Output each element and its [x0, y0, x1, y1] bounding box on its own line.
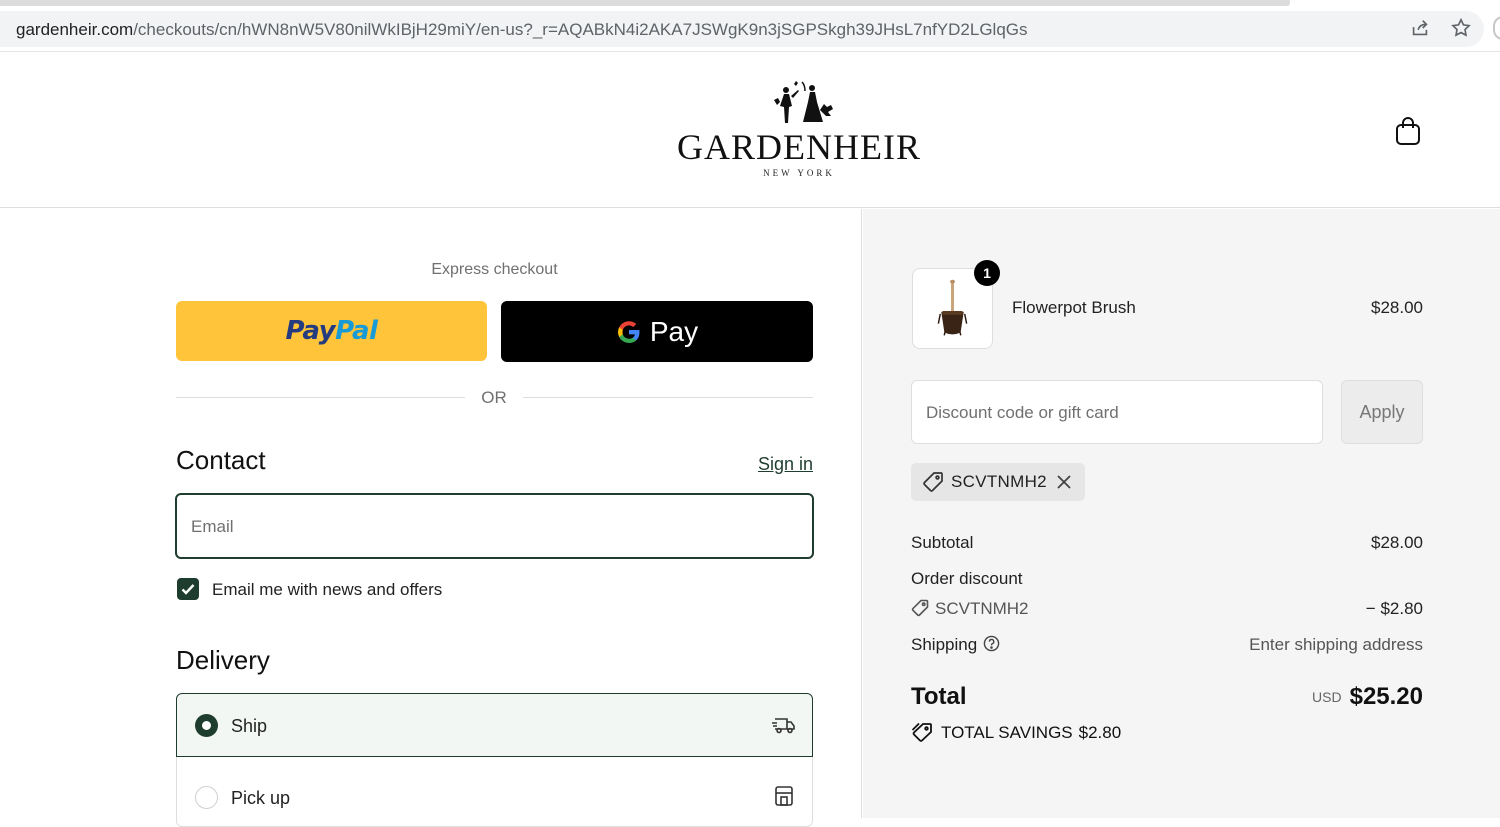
- address-url[interactable]: gardenheir.com/checkouts/cn/hWN8nW5V80ni…: [16, 20, 1028, 40]
- browser-toolbar: gardenheir.com/checkouts/cn/hWN8nW5V80ni…: [0, 0, 1500, 52]
- tag-icon: [911, 599, 929, 617]
- store-header: GARDENHEIR NEW YORK: [0, 52, 1500, 208]
- divider-left: [176, 397, 465, 398]
- quantity-badge: 1: [974, 260, 1000, 286]
- order-summary: 1 Flowerpot Brush $28.00 Apply SCVTNMH2 …: [863, 209, 1500, 818]
- checkout-form: Express checkout PayPal Pay OR Contact S…: [0, 209, 862, 827]
- product-price: $28.00: [1371, 298, 1423, 317]
- discount-code-text: SCVTNMH2: [935, 599, 1029, 618]
- profile-avatar[interactable]: [1493, 16, 1500, 40]
- savings-tag-icon: [911, 722, 932, 742]
- total-currency: USD: [1312, 689, 1342, 705]
- truck-icon: [772, 718, 795, 734]
- store-logo[interactable]: GARDENHEIR NEW YORK: [672, 80, 926, 180]
- discount-code-line: SCVTNMH2: [911, 599, 1029, 619]
- pickup-label: Pick up: [231, 788, 291, 808]
- savings-amount: $2.80: [1078, 723, 1122, 742]
- subtotal-value: $28.00: [1371, 533, 1423, 552]
- subtotal-label: Subtotal: [911, 533, 974, 552]
- ship-radio[interactable]: [195, 714, 218, 737]
- product-name: Flowerpot Brush: [1012, 298, 1136, 317]
- total-amount: $25.20: [1349, 683, 1423, 710]
- check-icon: [181, 584, 195, 595]
- applied-code-text: SCVTNMH2: [951, 472, 1047, 491]
- news-offers-label[interactable]: Email me with news and offers: [212, 580, 442, 600]
- total-value: USD $25.20: [1163, 683, 1423, 711]
- store-icon: [775, 786, 793, 806]
- paypal-button[interactable]: PayPal: [176, 301, 487, 361]
- share-icon[interactable]: [1409, 17, 1431, 39]
- email-field-wrapper[interactable]: [175, 493, 814, 559]
- delivery-heading: Delivery: [176, 645, 270, 675]
- total-label: Total: [911, 683, 967, 710]
- news-offers-checkbox[interactable]: [177, 578, 199, 600]
- google-g-icon: [617, 320, 640, 343]
- shipping-label: Shipping: [911, 635, 978, 654]
- address-bar[interactable]: gardenheir.com/checkouts/cn/hWN8nW5V80ni…: [0, 11, 1484, 47]
- delivery-option-ship[interactable]: Ship: [176, 693, 813, 757]
- sign-in-link[interactable]: Sign in: [700, 454, 813, 475]
- cart-icon[interactable]: [1394, 116, 1422, 146]
- savings-label: TOTAL SAVINGS: [941, 723, 1073, 742]
- shipping-label-row: Shipping: [911, 635, 1000, 655]
- logo-figures-icon: [774, 81, 833, 123]
- discount-field-wrapper[interactable]: [911, 380, 1323, 444]
- logo-subtitle: NEW YORK: [763, 168, 835, 178]
- logo-wordmark: GARDENHEIR: [677, 127, 921, 167]
- google-pay-button[interactable]: Pay: [501, 301, 813, 362]
- page-load-progress: [0, 0, 1290, 6]
- order-discount-label: Order discount: [911, 569, 1023, 588]
- pickup-radio[interactable]: [195, 786, 218, 809]
- tag-icon: [923, 472, 943, 492]
- close-icon[interactable]: [1055, 473, 1073, 491]
- contact-heading: Contact: [176, 445, 266, 475]
- discount-amount: − $2.80: [1365, 599, 1423, 618]
- paypal-logo: PayPal: [285, 316, 378, 346]
- express-checkout-label: Express checkout: [431, 261, 558, 278]
- email-input[interactable]: [191, 513, 791, 541]
- google-pay-label: Pay: [649, 315, 699, 347]
- shipping-value: Enter shipping address: [1249, 635, 1423, 654]
- apply-button[interactable]: Apply: [1341, 380, 1423, 444]
- ship-label: Ship: [231, 716, 268, 736]
- total-savings: TOTAL SAVINGS $2.80: [911, 722, 1121, 743]
- star-icon[interactable]: [1450, 17, 1472, 39]
- divider-right: [523, 397, 813, 398]
- or-separator: OR: [481, 388, 507, 407]
- applied-code-chip: SCVTNMH2: [911, 463, 1085, 501]
- help-icon[interactable]: [983, 635, 1000, 652]
- delivery-option-pickup[interactable]: Pick up: [176, 757, 813, 827]
- discount-input[interactable]: [926, 399, 1306, 427]
